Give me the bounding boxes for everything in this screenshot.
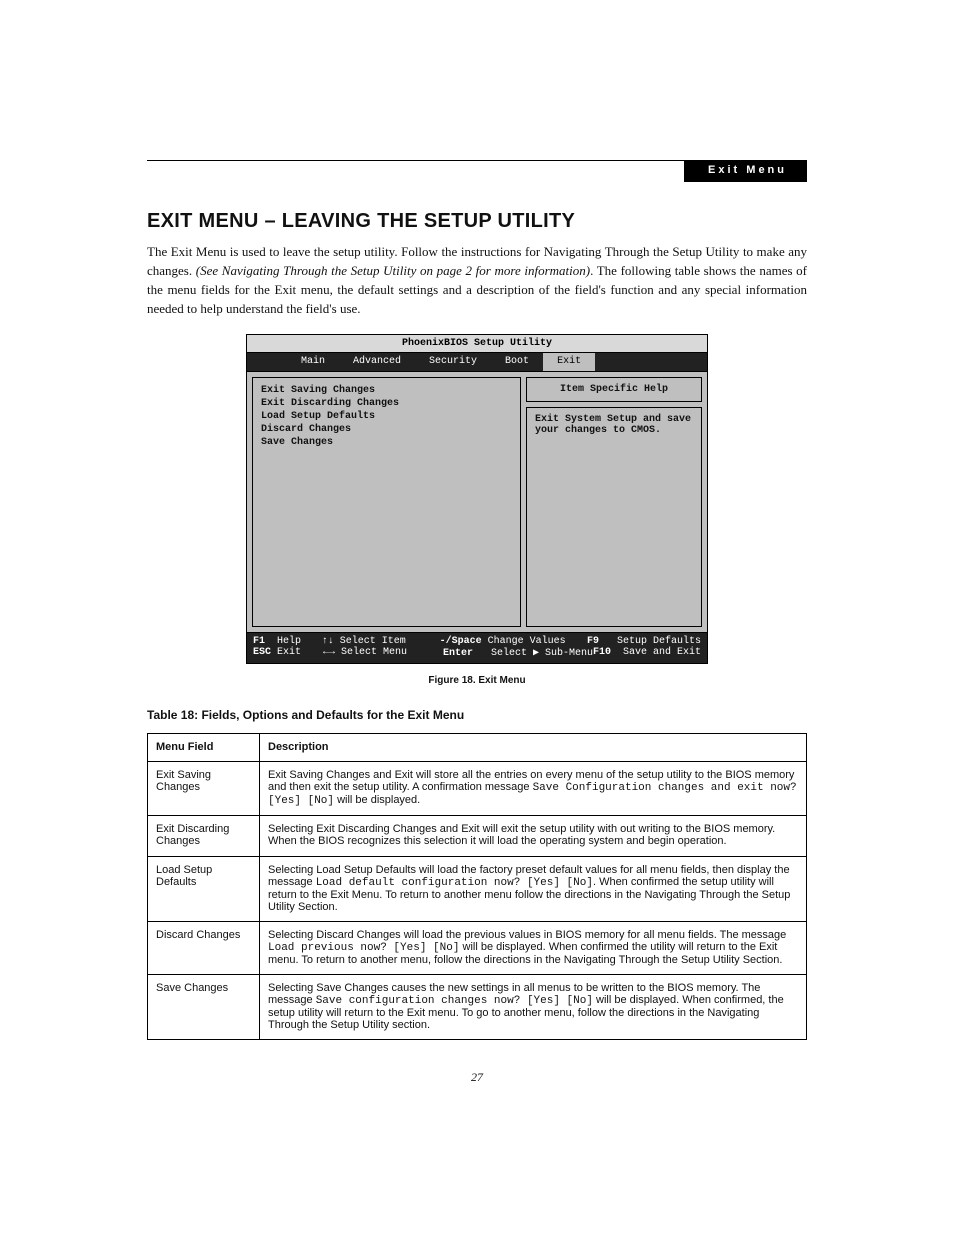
bios-menu-item[interactable]: Exit Saving Changes	[261, 384, 512, 397]
bios-help-body: Exit System Setup and save your changes …	[526, 407, 702, 627]
desc-mono: Load previous now? [Yes] [No]	[268, 942, 459, 954]
bios-tab-security[interactable]: Security	[415, 353, 491, 371]
page-title: EXIT MENU – LEAVING THE SETUP UTILITY	[147, 209, 807, 233]
cell-field: Load Setup Defaults	[148, 856, 260, 921]
key-f1: F1	[253, 636, 265, 647]
figure-caption: Figure 18. Exit Menu	[147, 676, 807, 686]
bios-menu-item[interactable]: Exit Discarding Changes	[261, 397, 512, 410]
key-esc-label: Exit	[277, 647, 301, 658]
arrows-updown-icon: ↑↓	[322, 636, 334, 647]
setup-defaults-label: Setup Defaults	[617, 636, 701, 647]
th-description: Description	[260, 733, 807, 761]
desc-text: Selecting Discard Changes will load the …	[268, 929, 786, 941]
bios-tabs: Main Advanced Security Boot Exit	[247, 353, 707, 372]
cell-field: Exit Discarding Changes	[148, 815, 260, 856]
select-item-label: Select Item	[340, 636, 406, 647]
bios-screenshot: PhoenixBIOS Setup Utility Main Advanced …	[246, 334, 708, 664]
arrows-leftright-icon: ←→	[323, 647, 335, 658]
key-f1-label: Help	[277, 636, 301, 647]
bios-menu-item[interactable]: Save Changes	[261, 436, 512, 449]
bios-tab-exit[interactable]: Exit	[543, 353, 595, 371]
cell-field: Save Changes	[148, 974, 260, 1039]
table-row: Exit Saving Changes Exit Saving Changes …	[148, 761, 807, 815]
cell-desc: Exit Saving Changes and Exit will store …	[260, 761, 807, 815]
bios-menu-list: Exit Saving Changes Exit Discarding Chan…	[252, 377, 521, 627]
desc-mono: Save configuration changes now? [Yes] [N…	[316, 995, 593, 1007]
cell-desc: Selecting Load Setup Defaults will load …	[260, 856, 807, 921]
bios-help-title: Item Specific Help	[526, 377, 702, 402]
save-exit-label: Save and Exit	[623, 647, 701, 658]
bios-footer: F1 Help ↑↓ Select Item -/Space Change Va…	[247, 633, 707, 663]
key-space: -/Space	[440, 636, 482, 647]
table-title: Table 18: Fields, Options and Defaults f…	[147, 708, 807, 722]
bios-title: PhoenixBIOS Setup Utility	[247, 335, 707, 353]
select-menu-label: Select Menu	[341, 647, 407, 658]
cell-desc: Selecting Discard Changes will load the …	[260, 921, 807, 974]
desc-text: will be displayed.	[334, 794, 420, 806]
bios-menu-item[interactable]: Discard Changes	[261, 423, 512, 436]
bios-menu-item[interactable]: Load Setup Defaults	[261, 410, 512, 423]
bios-tab-boot[interactable]: Boot	[491, 353, 543, 371]
intro-italic: (See Navigating Through the Setup Utilit…	[196, 263, 590, 278]
header-label: Exit Menu	[684, 160, 807, 182]
select-submenu-label: Select ▶ Sub-Menu	[491, 648, 593, 659]
table-row: Load Setup Defaults Selecting Load Setup…	[148, 856, 807, 921]
key-f9: F9	[587, 636, 599, 647]
th-menu-field: Menu Field	[148, 733, 260, 761]
page-number: 27	[147, 1070, 807, 1085]
bios-tab-advanced[interactable]: Advanced	[339, 353, 415, 371]
desc-text: Selecting Exit Discarding Changes and Ex…	[268, 823, 775, 847]
key-esc: ESC	[253, 647, 271, 658]
cell-desc: Selecting Save Changes causes the new se…	[260, 974, 807, 1039]
bios-tab-main[interactable]: Main	[287, 353, 339, 371]
key-f10: F10	[593, 647, 611, 658]
intro-paragraph: The Exit Menu is used to leave the setup…	[147, 243, 807, 318]
cell-field: Discard Changes	[148, 921, 260, 974]
exit-menu-table: Menu Field Description Exit Saving Chang…	[147, 733, 807, 1040]
desc-mono: Load default configuration now? [Yes] [N…	[316, 877, 593, 889]
header-rule: Exit Menu	[147, 160, 807, 161]
table-row: Discard Changes Selecting Discard Change…	[148, 921, 807, 974]
change-values-label: Change Values	[488, 636, 566, 647]
cell-desc: Selecting Exit Discarding Changes and Ex…	[260, 815, 807, 856]
cell-field: Exit Saving Changes	[148, 761, 260, 815]
table-row: Save Changes Selecting Save Changes caus…	[148, 974, 807, 1039]
key-enter: Enter	[443, 648, 473, 659]
table-row: Exit Discarding Changes Selecting Exit D…	[148, 815, 807, 856]
